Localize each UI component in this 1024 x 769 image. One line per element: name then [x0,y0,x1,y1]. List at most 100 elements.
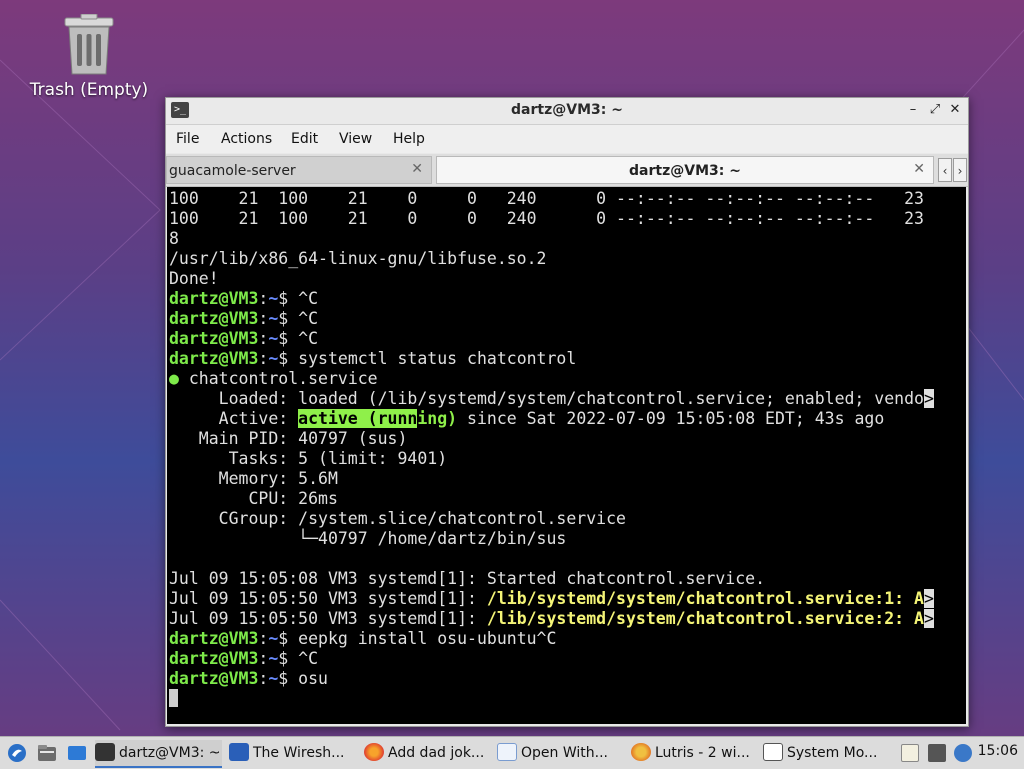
trash-icon [64,14,114,75]
terminal-segment: Jul 09 15:05:08 VM3 systemd[1]: Started … [169,569,766,588]
terminal-segment: dartz@VM3 [169,629,259,648]
tab-close-icon[interactable]: ✕ [913,161,925,177]
terminal-line: CGroup: /system.slice/chatcontrol.servic… [169,509,934,529]
terminal-segment: dartz@VM3 [169,309,259,328]
terminal-segment: > [923,589,934,608]
terminal-line: 100 21 100 21 0 0 240 0 --:--:-- --:--:-… [169,189,934,209]
tab-label: guacamole-server [169,163,296,179]
taskbar-item-open-with[interactable]: Open With... [497,740,625,766]
trash-label: Trash (Empty) [29,80,149,100]
tab-guacamole-server[interactable]: guacamole-server ✕ [166,156,432,184]
app-menu-icon[interactable] [6,743,28,763]
menu-view[interactable]: View [339,131,372,147]
system-monitor-icon [763,743,783,761]
terminal-segment: ~ [268,329,279,348]
terminal-segment: /lib/systemd/system/chatcontrol.service:… [486,589,924,608]
terminal-segment: > [923,609,934,628]
tab-label: dartz@VM3: ~ [629,163,741,179]
terminal-segment: chatcontrol.service [178,369,378,388]
terminal-icon [95,743,115,761]
taskbar: dartz@VM3: ~ The Wiresh... Add dad jok..… [0,736,1024,769]
menu-file[interactable]: File [176,131,199,147]
terminal-segment: Memory: 5.6M [169,469,338,488]
desktop-trash[interactable]: Trash (Empty) [28,14,150,106]
terminal-cursor [169,689,178,707]
network-icon[interactable] [928,744,946,762]
terminal-segment: : [258,629,269,648]
menu-edit[interactable]: Edit [291,131,318,147]
menu-actions[interactable]: Actions [221,131,272,147]
tab-scroll-left-icon[interactable]: ‹ [938,158,952,182]
terminal-line: dartz@VM3:~$ ^C [169,309,934,329]
terminal-line: ● chatcontrol.service [169,369,934,389]
terminal-segment: dartz@VM3 [169,669,259,688]
menubar: File Actions Edit View Help [166,125,968,153]
terminal-segment: /usr/lib/x86_64-linux-gnu/libfuse.so.2 [169,249,547,268]
terminal-line: 8 [169,229,934,249]
terminal-line: dartz@VM3:~$ ^C [169,289,934,309]
terminal-segment: ~ [268,629,279,648]
terminal-line: dartz@VM3:~$ ^C [169,329,934,349]
terminal-segment: ~ [268,649,279,668]
show-desktop-icon[interactable] [66,743,88,763]
terminal-segment: : [258,289,269,308]
terminal-line: └─40797 /home/dartz/bin/sus [169,529,934,549]
clipboard-icon[interactable] [901,744,919,762]
terminal-line: Main PID: 40797 (sus) [169,429,934,449]
terminal-lines: 100 21 100 21 0 0 240 0 --:--:-- --:--:-… [169,189,934,709]
terminal-segment: : [258,309,269,328]
tab-scroll-right-icon[interactable]: › [953,158,967,182]
terminal-line: Tasks: 5 (limit: 9401) [169,449,934,469]
terminal-segment: ~ [268,289,279,308]
terminal-segment: ing) [417,409,458,428]
terminal-segment: $ ^C [278,289,319,308]
terminal-segment: Jul 09 15:05:50 VM3 systemd[1]: [169,589,487,608]
taskbar-item-label: The Wiresh... [253,745,345,761]
notification-icon[interactable] [954,744,972,762]
menu-help[interactable]: Help [393,131,425,147]
maximize-button[interactable]: ⤢ [926,101,944,119]
terminal-segment: Done! [169,269,219,288]
taskbar-clock: 15:06 [977,743,1018,759]
terminal-segment: $ ^C [278,309,319,328]
terminal-line: Jul 09 15:05:50 VM3 systemd[1]: /lib/sys… [169,589,934,609]
terminal-segment: dartz@VM3 [169,349,259,368]
terminal-line: dartz@VM3:~$ osu [169,669,934,689]
taskbar-item-label: Lutris - 2 wi... [655,745,750,761]
taskbar-item-firefox[interactable]: Add dad jok... [364,740,490,766]
tab-bar: guacamole-server ✕ dartz@VM3: ~ ✕ ‹ › [166,154,968,187]
terminal-segment: dartz@VM3 [169,649,259,668]
terminal-line: 100 21 100 21 0 0 240 0 --:--:-- --:--:-… [169,209,934,229]
terminal-segment: dartz@VM3 [169,329,259,348]
taskbar-item-wireshark[interactable]: The Wiresh... [229,740,357,766]
terminal-segment: Loaded: loaded (/lib/systemd/system/chat… [169,389,924,408]
terminal-segment: $ ^C [278,649,319,668]
close-button[interactable]: ✕ [946,101,964,119]
terminal-line: Jul 09 15:05:50 VM3 systemd[1]: /lib/sys… [169,609,934,629]
terminal-segment: Active: [169,409,299,428]
terminal-segment: active (runn [298,409,418,428]
file-manager-icon[interactable] [36,743,58,763]
taskbar-item-lutris[interactable]: Lutris - 2 wi... [631,740,757,766]
terminal-segment: ~ [268,349,279,368]
taskbar-item-terminal[interactable]: dartz@VM3: ~ [95,740,222,768]
minimize-button[interactable]: – [904,101,922,119]
window-titlebar[interactable]: >_ dartz@VM3: ~ – ⤢ ✕ [166,98,968,125]
terminal-segment: $ systemctl status chatcontrol [278,349,577,368]
terminal-line: Active: active (running) since Sat 2022-… [169,409,934,429]
terminal-line [169,689,934,709]
tab-dartz-vm3[interactable]: dartz@VM3: ~ ✕ [436,156,934,184]
terminal-segment: : [258,669,269,688]
terminal-window[interactable]: >_ dartz@VM3: ~ – ⤢ ✕ File Actions Edit … [165,97,969,727]
tab-close-icon[interactable]: ✕ [411,161,423,177]
terminal-output[interactable]: 100 21 100 21 0 0 240 0 --:--:-- --:--:-… [167,187,966,724]
terminal-line: Memory: 5.6M [169,469,934,489]
taskbar-item-system-monitor[interactable]: System Mo... [763,740,891,766]
terminal-line: Jul 09 15:05:08 VM3 systemd[1]: Started … [169,569,934,589]
terminal-segment: CGroup: /system.slice/chatcontrol.servic… [169,509,626,528]
terminal-line: Loaded: loaded (/lib/systemd/system/chat… [169,389,934,409]
terminal-segment: Main PID: 40797 (sus) [169,429,408,448]
terminal-line: CPU: 26ms [169,489,934,509]
terminal-segment: 100 21 100 21 0 0 240 0 --:--:-- --:--:-… [169,189,924,208]
wireshark-icon [229,743,249,761]
